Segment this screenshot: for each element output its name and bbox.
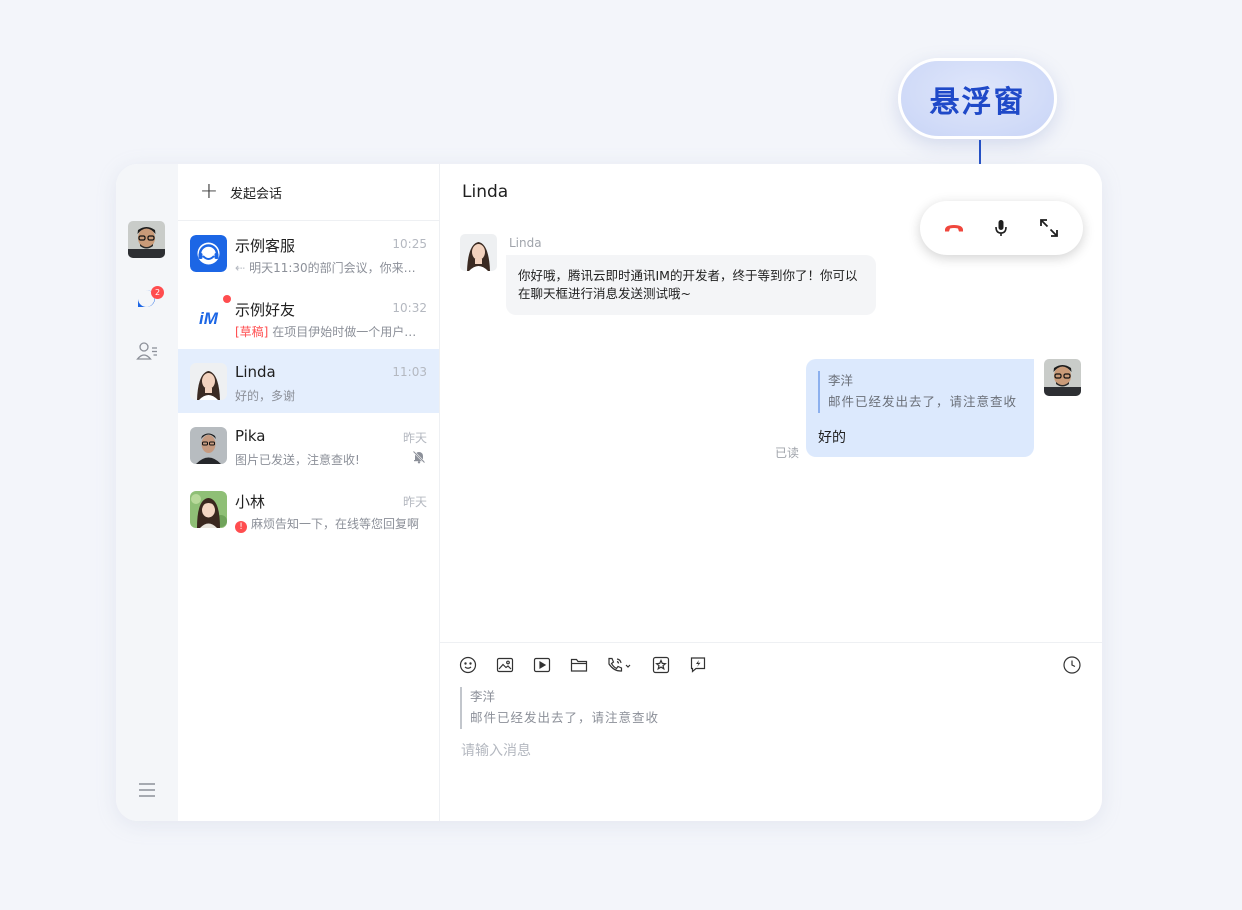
draft-tag: [草稿] xyxy=(235,325,269,339)
microphone-icon xyxy=(995,220,1008,236)
conversation-item[interactable]: 示例客服 10:25 ⇠明天11:30的部门会议，你来参加吗？ xyxy=(178,221,439,285)
history-clock-icon[interactable] xyxy=(1062,655,1082,675)
xiaolin-avatar xyxy=(190,491,227,528)
conversation-time: 10:32 xyxy=(392,301,427,315)
start-conversation-label: 发起会话 xyxy=(230,186,283,202)
composer-quoted-text: 邮件已经发出去了，请注意查收 xyxy=(470,710,660,725)
expand-icon xyxy=(1040,219,1059,237)
conversation-time: 昨天 xyxy=(402,495,427,509)
sender-name: Linda xyxy=(509,236,542,250)
message-input[interactable]: 请输入消息 xyxy=(461,740,531,760)
video-icon[interactable] xyxy=(532,655,552,675)
unread-badge: 2 xyxy=(151,286,164,299)
image-icon[interactable] xyxy=(495,655,515,675)
im-logo-avatar: iM xyxy=(190,299,227,336)
folder-icon[interactable] xyxy=(569,655,589,675)
conversation-preview: 图片已发送，注意查收! xyxy=(235,453,360,467)
conversation-time: 10:25 xyxy=(392,237,427,251)
conversation-time: 11:03 xyxy=(392,365,427,379)
send-failed-icon: ! xyxy=(235,521,247,533)
outgoing-message-text: 好的 xyxy=(818,430,846,446)
conversation-name: 小林 xyxy=(235,493,266,511)
conversation-preview: ⇠明天11:30的部门会议，你来参加吗？ xyxy=(235,261,427,275)
support-avatar xyxy=(190,235,227,272)
composer-toolbar xyxy=(458,655,725,675)
quoted-message[interactable]: 李洋 邮件已经发出去了，请注意查收 xyxy=(818,371,1022,413)
read-status: 已读 xyxy=(775,446,800,460)
conversation-time: 昨天 xyxy=(402,431,427,445)
outgoing-message-bubble[interactable]: 李洋 邮件已经发出去了，请注意查收 好的 xyxy=(806,359,1034,457)
conversation-preview: [草稿] 在项目伊始时做一个用户画像 xyxy=(235,325,427,339)
conversation-item[interactable]: Pika 昨天 图片已发送，注意查收! xyxy=(178,413,439,477)
callout-label: 悬浮窗 xyxy=(929,84,1026,120)
plus-icon[interactable]: + xyxy=(198,181,220,203)
composer-quoted-message[interactable]: 李洋 邮件已经发出去了，请注意查收 xyxy=(460,687,659,729)
message-composer: 李洋 邮件已经发出去了，请注意查收 请输入消息 xyxy=(440,642,1102,821)
conversation-name: 示例客服 xyxy=(235,237,296,255)
chat-pane: Linda Linda 你好哦，腾讯云即时通讯IM的开发者，终于等到你了！你可以… xyxy=(440,164,1102,821)
voice-reply-icon: ⇠ xyxy=(235,261,246,275)
call-icon[interactable] xyxy=(606,655,634,675)
sender-avatar[interactable] xyxy=(460,234,497,271)
emoji-icon[interactable] xyxy=(458,655,478,675)
pika-avatar xyxy=(190,427,227,464)
microphone-button[interactable] xyxy=(984,211,1018,245)
contacts-nav-icon[interactable] xyxy=(136,340,158,366)
start-conversation-bar[interactable]: + 发起会话 xyxy=(178,164,439,221)
floating-call-bar xyxy=(920,201,1083,255)
conversation-name: 示例好友 xyxy=(235,301,296,319)
hang-up-icon xyxy=(944,225,963,232)
linda-avatar xyxy=(190,363,227,400)
expand-button[interactable] xyxy=(1032,211,1066,245)
conversation-preview: ! 麻烦告知一下，在线等您回复啊 xyxy=(235,515,427,533)
chat-window: 2 + 发起会话 示例客服 10:25 ⇠ 明天11:30的部门会议，你来参加 … xyxy=(116,164,1102,821)
floating-window-callout: 悬浮窗 xyxy=(898,58,1057,139)
conversation-preview: 好的，多谢 xyxy=(235,389,296,403)
conversation-name: Linda xyxy=(235,363,276,381)
my-avatar[interactable] xyxy=(128,221,165,258)
quick-reply-icon[interactable] xyxy=(688,655,708,675)
incoming-message-bubble[interactable]: 你好哦，腾讯云即时通讯IM的开发者，终于等到你了！你可以在聊天框进行消息发送测试… xyxy=(506,255,876,315)
chat-title: Linda xyxy=(462,182,509,202)
conversation-item-active[interactable]: Linda 11:03 好的，多谢 xyxy=(178,349,439,413)
menu-icon[interactable] xyxy=(138,782,156,802)
my-message-avatar[interactable] xyxy=(1044,359,1081,396)
svg-text:iM: iM xyxy=(199,309,219,328)
quoted-sender: 李洋 xyxy=(828,373,854,388)
nav-rail: 2 xyxy=(116,164,178,821)
composer-quoted-sender: 李洋 xyxy=(470,689,496,704)
quoted-text: 邮件已经发出去了，请注意查收 xyxy=(828,394,1018,409)
mute-bell-icon xyxy=(412,449,426,468)
rating-icon[interactable] xyxy=(651,655,671,675)
hang-up-button[interactable] xyxy=(937,211,971,245)
unread-dot xyxy=(223,295,231,303)
conversation-item[interactable]: 小林 昨天 ! 麻烦告知一下，在线等您回复啊 xyxy=(178,477,439,541)
conversation-name: Pika xyxy=(235,427,266,445)
conversation-item[interactable]: iM 示例好友 10:32 [草稿] 在项目伊始时做一个用户画像 xyxy=(178,285,439,349)
conversation-list: + 发起会话 示例客服 10:25 ⇠明天11:30的部门会议，你来参加吗？ xyxy=(178,164,440,821)
